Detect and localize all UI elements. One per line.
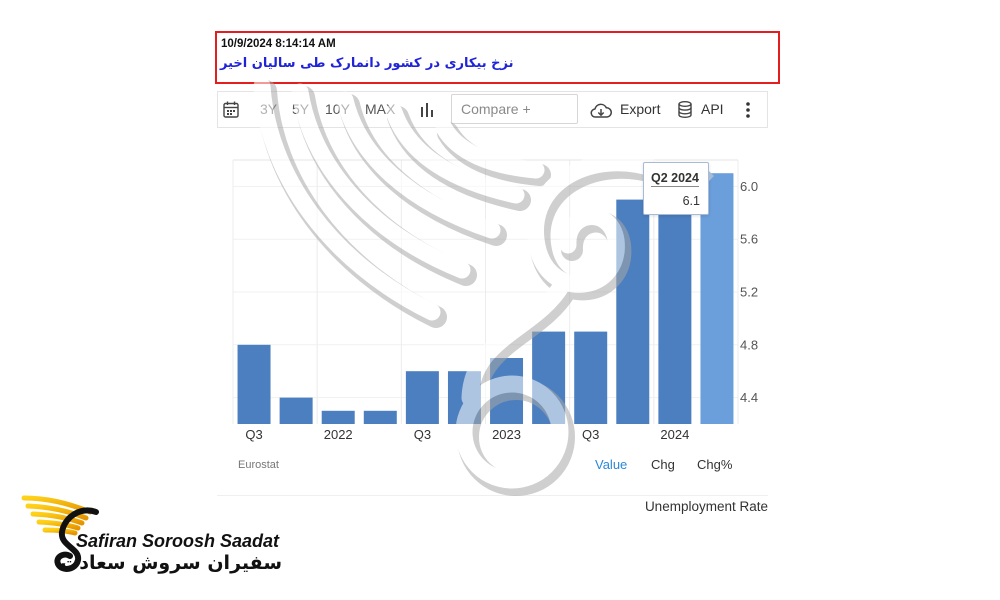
database-icon[interactable] <box>678 101 692 119</box>
x-tick-label: 2022 <box>324 427 353 442</box>
x-tick-label: Q3 <box>245 427 262 442</box>
bar[interactable] <box>616 199 650 424</box>
x-tick-label: Q3 <box>582 427 599 442</box>
bar[interactable] <box>237 344 271 424</box>
compare-input[interactable] <box>451 94 578 124</box>
range-10y-button[interactable]: 10Y <box>325 100 350 119</box>
export-button[interactable]: Export <box>620 100 660 119</box>
bar[interactable] <box>532 331 566 424</box>
brand-name: Safiran Soroosh Saadat <box>76 531 280 551</box>
y-tick-label: 5.2 <box>740 285 758 300</box>
bar[interactable] <box>279 397 313 424</box>
api-button[interactable]: API <box>701 100 724 119</box>
bar-chart-icon[interactable] <box>420 102 434 117</box>
range-max-button[interactable]: MAX <box>365 100 395 119</box>
bar[interactable] <box>490 358 524 424</box>
y-tick-label: 4.8 <box>740 337 758 352</box>
tooltip-value: 6.1 <box>682 194 700 208</box>
x-tick-label: 2023 <box>492 427 521 442</box>
bar[interactable] <box>658 199 692 424</box>
tooltip-title: Q2 2024 <box>651 171 699 187</box>
x-tick-label: Q3 <box>414 427 431 442</box>
bar[interactable] <box>363 410 397 424</box>
tab-chg-percent[interactable]: Chg% <box>697 457 732 473</box>
vertical-dots-icon[interactable] <box>745 102 751 118</box>
y-tick-label: 4.4 <box>740 390 758 405</box>
y-tick-label: 5.6 <box>740 232 758 247</box>
tab-value[interactable]: Value <box>595 457 627 473</box>
cloud-download-icon[interactable] <box>590 101 612 119</box>
x-tick-label: 2024 <box>660 427 689 442</box>
bar[interactable] <box>321 410 355 424</box>
tooltip-pointer <box>708 170 714 182</box>
bar[interactable] <box>405 371 439 424</box>
timestamp: 10/9/2024 8:14:14 AM <box>221 38 336 50</box>
calendar-icon[interactable] <box>223 101 239 118</box>
brand-name-persian: سفیران سروش سعادت <box>60 552 282 574</box>
chart-tooltip: Q2 2024 6.1 <box>643 162 709 215</box>
indicator-name: Unemployment Rate <box>644 499 768 514</box>
bar[interactable] <box>574 331 608 424</box>
tab-chg[interactable]: Chg <box>651 457 675 473</box>
bar[interactable] <box>447 371 481 424</box>
range-3y-button[interactable]: 3Y <box>260 100 277 119</box>
chart-toolbar: 3Y 5Y 10Y MAX Export API <box>217 91 768 128</box>
source-link[interactable]: Eurostat <box>238 458 279 472</box>
header-box: 10/9/2024 8:14:14 AM نزخ بیکاری در کشور … <box>215 31 780 84</box>
range-5y-button[interactable]: 5Y <box>292 100 309 119</box>
caption-title: نزخ بیکاری در کشور دانمارک طی سالیان اخی… <box>220 56 514 71</box>
y-tick-label: 6.0 <box>740 179 758 194</box>
